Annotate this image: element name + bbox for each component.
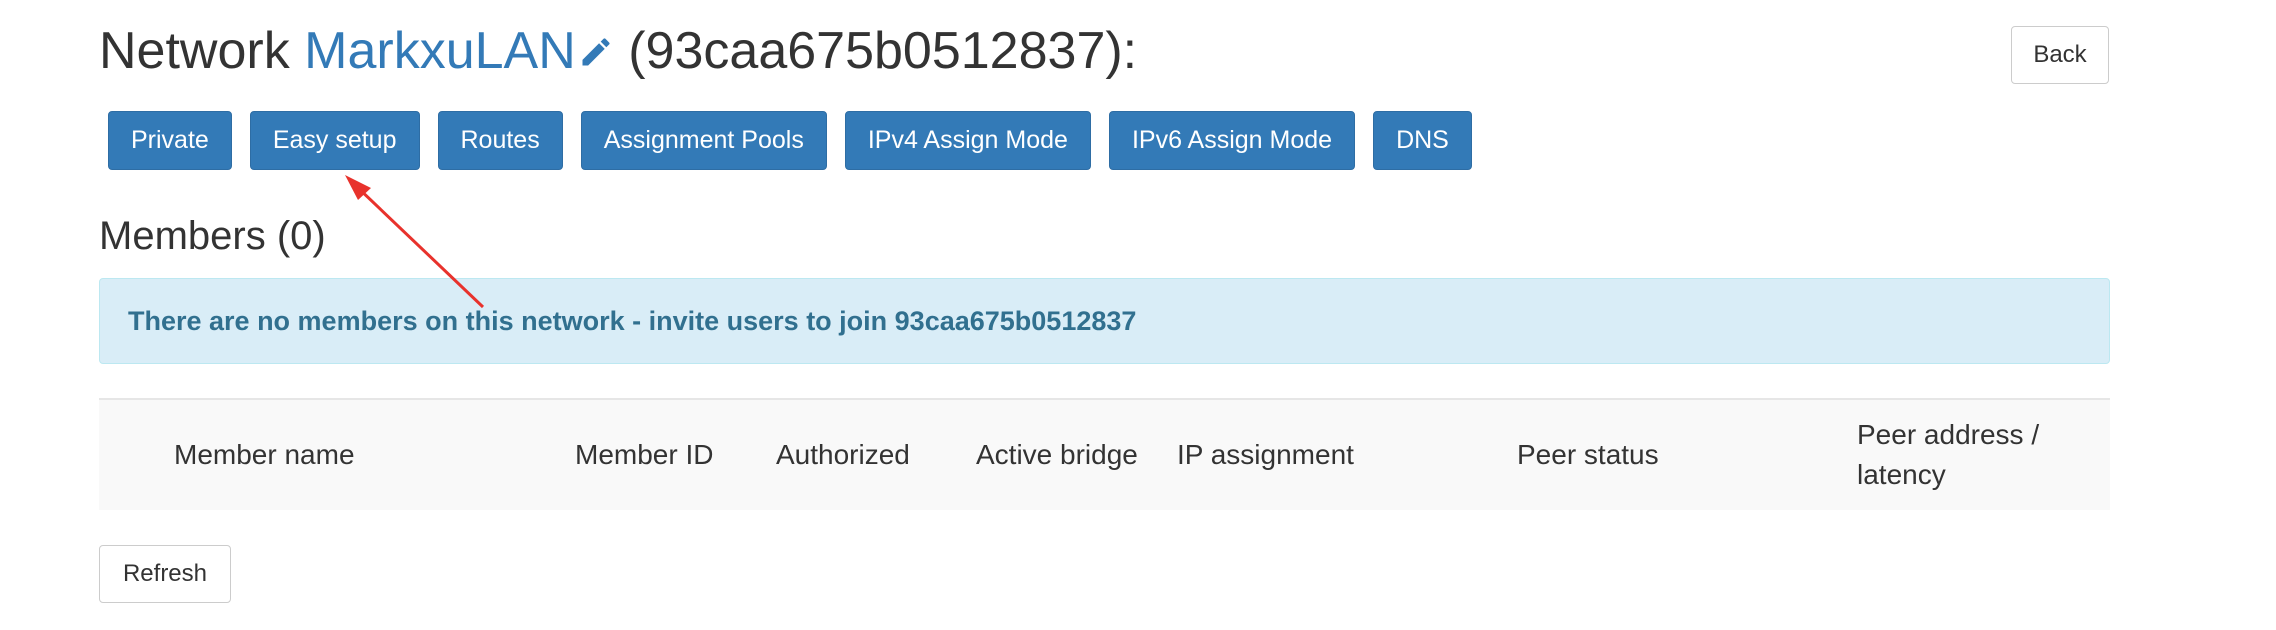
network-settings-toolbar: Private Easy setup Routes Assignment Poo…: [108, 111, 1472, 170]
easy-setup-button[interactable]: Easy setup: [249, 111, 420, 170]
column-active-bridge[interactable]: Active bridge: [976, 435, 1138, 475]
ipv4-assign-mode-button[interactable]: IPv4 Assign Mode: [844, 111, 1091, 170]
dns-button[interactable]: DNS: [1373, 111, 1472, 170]
page-title: Network MarkxuLAN (93caa675b0512837):: [99, 16, 1137, 86]
column-authorized[interactable]: Authorized: [776, 435, 910, 475]
network-name-link[interactable]: MarkxuLAN: [304, 22, 576, 80]
private-button[interactable]: Private: [108, 111, 232, 170]
no-members-alert: There are no members on this network - i…: [99, 278, 2110, 364]
column-member-id[interactable]: Member ID: [575, 435, 713, 475]
column-ip-assignment[interactable]: IP assignment: [1177, 435, 1354, 475]
title-prefix: Network: [99, 22, 305, 80]
refresh-button[interactable]: Refresh: [99, 545, 231, 603]
column-peer-status[interactable]: Peer status: [1517, 435, 1659, 475]
members-table-header: Member name Member ID Authorized Active …: [99, 398, 2110, 510]
back-button[interactable]: Back: [2011, 26, 2109, 84]
network-id-text: (93caa675b0512837):: [613, 22, 1138, 80]
column-peer-latency[interactable]: latency: [1857, 455, 1946, 495]
assignment-pools-button[interactable]: Assignment Pools: [580, 111, 827, 170]
ipv6-assign-mode-button[interactable]: IPv6 Assign Mode: [1108, 111, 1356, 170]
pencil-icon[interactable]: [578, 34, 614, 70]
members-heading: Members (0): [99, 214, 326, 258]
column-peer-address[interactable]: Peer address /: [1857, 415, 2039, 455]
network-page: Network MarkxuLAN (93caa675b0512837): Ba…: [0, 0, 2276, 630]
annotation-arrow-head: [345, 175, 371, 200]
column-member-name[interactable]: Member name: [174, 435, 355, 475]
routes-button[interactable]: Routes: [437, 111, 563, 170]
